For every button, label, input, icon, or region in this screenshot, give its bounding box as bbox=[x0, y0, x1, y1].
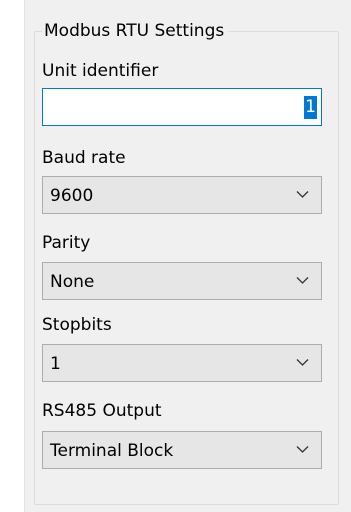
parity-select[interactable]: None bbox=[42, 262, 322, 300]
chevron-down-icon bbox=[296, 359, 309, 366]
group-title: Modbus RTU Settings bbox=[42, 19, 229, 43]
rs485-output-value: Terminal Block bbox=[50, 441, 174, 461]
baud-rate-select[interactable]: 9600 bbox=[42, 176, 322, 214]
stopbits-label: Stopbits bbox=[42, 315, 112, 335]
chevron-down-icon bbox=[296, 446, 309, 453]
parity-value: None bbox=[50, 272, 95, 292]
baud-rate-label: Baud rate bbox=[42, 148, 126, 168]
unit-identifier-value: 1 bbox=[304, 96, 317, 119]
unit-identifier-label: Unit identifier bbox=[42, 61, 159, 81]
parity-label: Parity bbox=[42, 233, 91, 253]
stopbits-select[interactable]: 1 bbox=[42, 344, 322, 382]
chevron-down-icon bbox=[296, 191, 309, 198]
rs485-output-select[interactable]: Terminal Block bbox=[42, 431, 322, 469]
unit-identifier-input[interactable]: 1 bbox=[42, 88, 322, 126]
chevron-down-icon bbox=[296, 277, 309, 284]
stopbits-value: 1 bbox=[50, 354, 61, 374]
baud-rate-value: 9600 bbox=[50, 186, 94, 206]
rs485-output-label: RS485 Output bbox=[42, 401, 162, 421]
